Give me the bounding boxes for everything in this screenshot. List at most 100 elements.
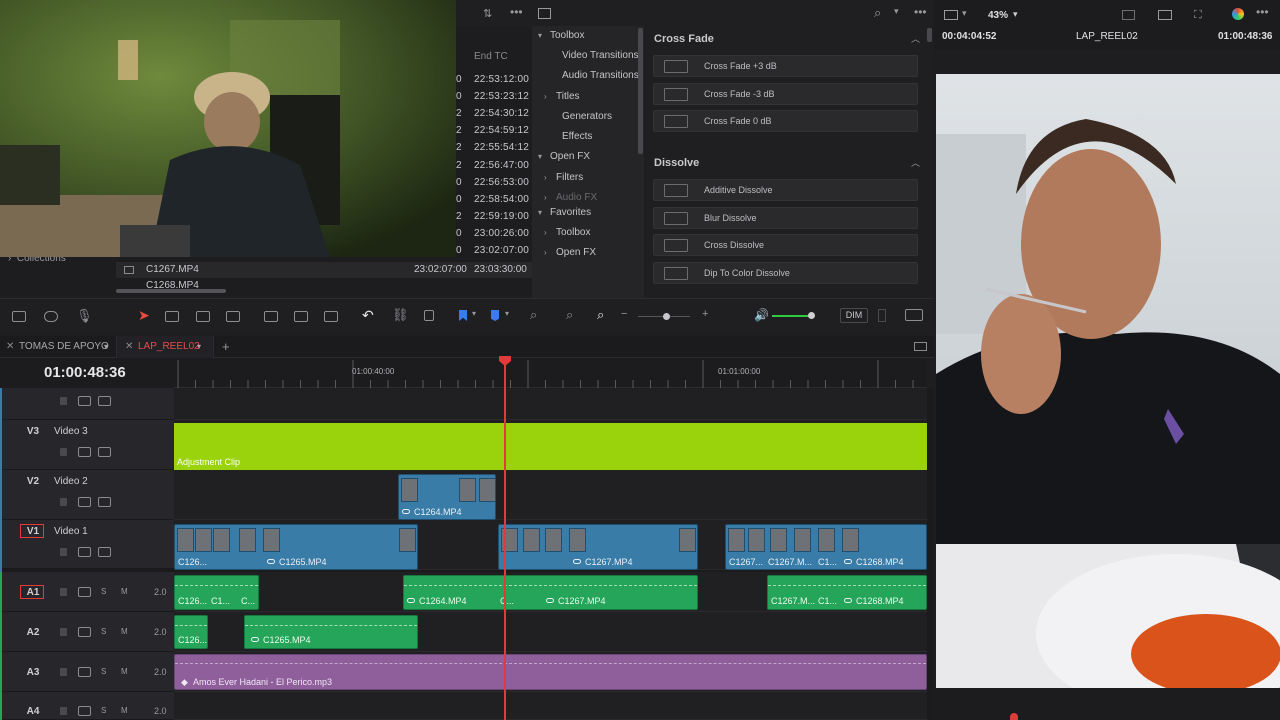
track-visibility-icon[interactable] — [98, 547, 111, 557]
dynamic-trim-icon[interactable] — [226, 311, 240, 322]
track-lane-v1[interactable]: C126... C1265.MP4 C1267.MP4 C1267... C12… — [174, 520, 927, 570]
lock-icon[interactable] — [60, 397, 67, 405]
tree-item[interactable]: › Titles — [544, 87, 580, 107]
color-icon[interactable] — [1232, 8, 1244, 20]
lock-icon[interactable] — [60, 668, 67, 676]
collapse-tabs-icon[interactable] — [914, 342, 927, 351]
collapse-icon[interactable]: ︿ — [911, 156, 920, 169]
chevron-down-icon[interactable]: ▾ — [472, 309, 476, 318]
hd-icon[interactable] — [1158, 10, 1172, 20]
transform-icon[interactable]: ⛶ — [1194, 9, 1202, 22]
selection-tool-icon[interactable]: ➤ — [138, 307, 150, 324]
collapse-icon[interactable]: ︿ — [911, 32, 920, 45]
chevron-down-icon[interactable]: ▾ — [505, 309, 509, 318]
blade-edit-icon[interactable] — [196, 311, 210, 322]
link-icon[interactable]: ⛓ — [392, 307, 409, 323]
video-clip[interactable]: C126... C1265.MP4 — [174, 524, 418, 570]
scrollbar[interactable] — [927, 28, 932, 42]
volume-slider-handle[interactable] — [808, 312, 815, 319]
lock-icon[interactable] — [60, 548, 67, 556]
tab-lap-reel02[interactable]: LAP_REEL02 — [138, 336, 200, 358]
tree-item[interactable]: Generators — [550, 107, 612, 127]
chevron-down-icon[interactable]: ▾ — [894, 6, 899, 17]
timeline-settings-icon[interactable] — [905, 309, 923, 321]
audio-clip[interactable]: C1267.M... C1... C1268.MP4 — [767, 575, 927, 610]
tree-item[interactable]: Audio Transitions — [550, 66, 639, 86]
track-id[interactable]: V1 — [22, 526, 44, 537]
zoom-in-button[interactable]: + — [702, 308, 708, 320]
track-name[interactable]: Video 1 — [54, 526, 88, 537]
mixer-icon[interactable] — [44, 311, 58, 322]
zoom-full-icon[interactable]: ⌕ — [530, 307, 537, 323]
zoom-detail-icon[interactable]: ⌕ — [566, 307, 573, 323]
track-visibility-icon[interactable] — [98, 396, 111, 406]
scrollbar[interactable] — [116, 289, 226, 293]
section-title-cross-fade[interactable]: Cross Fade — [654, 33, 714, 45]
zoom-slider-handle[interactable] — [663, 313, 670, 320]
section-title-dissolve[interactable]: Dissolve — [654, 157, 699, 169]
timeline-name[interactable]: LAP_REEL02 — [1076, 31, 1138, 42]
lock-icon[interactable] — [60, 448, 67, 456]
zoom-out-button[interactable]: − — [621, 308, 627, 320]
flag-icon[interactable] — [459, 310, 467, 321]
lock-icon[interactable] — [60, 628, 67, 636]
track-lane-v3[interactable]: Adjustment Clip — [174, 420, 927, 470]
lock-icon[interactable] — [60, 498, 67, 506]
audio-clip[interactable]: C126... C1... C... — [174, 575, 259, 610]
track-id[interactable]: A2 — [22, 627, 44, 638]
auto-select-icon[interactable] — [78, 587, 91, 597]
auto-select-icon[interactable] — [78, 547, 91, 557]
snapping-icon[interactable]: ↶ — [362, 307, 374, 324]
tree-item[interactable]: › Toolbox — [544, 223, 590, 243]
solo-button[interactable]: S — [101, 667, 106, 676]
solo-button[interactable]: S — [101, 587, 106, 596]
effect-item[interactable]: Cross Dissolve — [653, 234, 918, 257]
track-lane-a1[interactable]: C126... C1... C... C1264.MP4 C... C1267.… — [174, 572, 927, 612]
meter-icon[interactable] — [878, 309, 886, 322]
timeline-viewer[interactable] — [936, 74, 1280, 688]
effect-item[interactable]: Blur Dissolve — [653, 206, 918, 229]
volume-slider[interactable] — [772, 315, 812, 317]
solo-button[interactable]: S — [101, 627, 106, 636]
chevron-right-icon[interactable]: › — [544, 223, 556, 243]
timeline-options-icon[interactable] — [12, 311, 26, 322]
auto-select-icon[interactable] — [78, 447, 91, 457]
chevron-right-icon[interactable]: › — [544, 243, 556, 263]
zoom-level[interactable]: 43% — [988, 10, 1008, 21]
viewer-scrubber[interactable] — [934, 688, 1280, 720]
video-clip[interactable]: C1267.MP4 — [498, 524, 698, 570]
chevron-down-icon[interactable]: ▾ — [104, 336, 108, 358]
chevron-right-icon[interactable]: › — [544, 87, 556, 107]
effect-item[interactable]: Cross Fade +3 dB — [653, 55, 918, 77]
auto-select-icon[interactable] — [78, 497, 91, 507]
auto-select-icon[interactable] — [78, 706, 91, 716]
panel-toggle-icon[interactable] — [538, 8, 551, 19]
more-options-icon[interactable]: ••• — [1256, 5, 1269, 19]
chevron-down-icon[interactable]: ⌄ — [1132, 31, 1140, 42]
effect-item[interactable]: Dip To Color Dissolve — [653, 262, 918, 285]
layout-icon[interactable] — [944, 10, 958, 20]
view-options-icon[interactable] — [1122, 10, 1135, 20]
overwrite-clip-icon[interactable] — [294, 311, 308, 322]
scrollbar[interactable] — [638, 28, 643, 154]
auto-select-icon[interactable] — [78, 627, 91, 637]
track-lane-a2[interactable]: C126... C1265.MP4 — [174, 612, 927, 652]
video-clip[interactable]: C1264.MP4 — [398, 474, 496, 520]
playhead[interactable] — [504, 356, 506, 720]
solo-button[interactable]: S — [101, 706, 106, 715]
track-visibility-icon[interactable] — [98, 447, 111, 457]
replace-clip-icon[interactable] — [324, 311, 338, 322]
tree-item[interactable]: ▾ Toolbox — [538, 26, 584, 46]
close-icon[interactable]: ✕ — [125, 336, 133, 358]
trim-tool-icon[interactable] — [165, 311, 179, 322]
chevron-down-icon[interactable]: ▾ — [1013, 9, 1018, 20]
tree-item[interactable]: › Filters — [544, 168, 583, 188]
tree-item[interactable]: Effects — [550, 127, 592, 147]
close-icon[interactable]: ✕ — [6, 336, 14, 358]
timeline-ruler[interactable]: 01:00:40:00 01:01:00:00 — [174, 358, 927, 388]
track-id[interactable]: A4 — [22, 706, 44, 717]
effect-item[interactable]: Cross Fade -3 dB — [653, 82, 918, 105]
audio-clip[interactable]: C126... — [174, 615, 208, 649]
more-options-icon[interactable]: ••• — [914, 5, 927, 19]
clip-row[interactable]: C1267.MP4 23:02:07:00 23:03:30:00 — [116, 262, 532, 278]
